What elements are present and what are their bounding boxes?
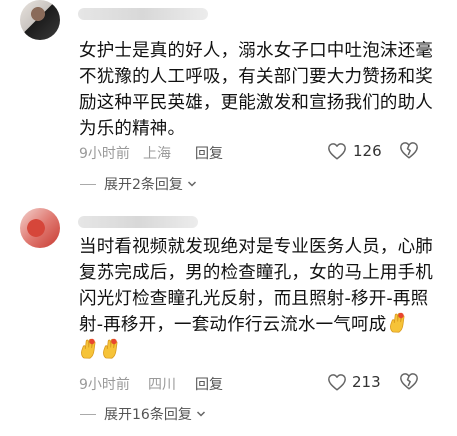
- comment-meta: 9小时前 四川 回复 213: [79, 372, 449, 394]
- reply-button[interactable]: 回复: [195, 374, 223, 394]
- comment-item: 女护士是真的好人，溺水女子口中吐泡沫还毫不犹豫的人工呼吸，有关部门要大力赞扬和奖…: [0, 0, 457, 194]
- expand-divider: [80, 183, 96, 185]
- comment-time: 9小时前: [79, 146, 130, 162]
- comment-text-body: 当时看视频就发现绝对是专业医务人员，心肺复苏完成后，男的检查瞳孔，女的马上用手机…: [79, 237, 433, 335]
- expand-replies-button[interactable]: 展开2条回复: [80, 174, 197, 194]
- dislike-button[interactable]: [399, 372, 419, 392]
- comment-text: 女护士是真的好人，溺水女子口中吐泡沫还毫不犹豫的人工呼吸，有关部门要大力赞扬和奖…: [79, 41, 433, 139]
- ok-hand-emoji-icon: [103, 338, 118, 359]
- ok-hand-emoji-icon: [81, 338, 96, 359]
- emoji-row: [79, 338, 439, 364]
- broken-heart-icon: [400, 142, 418, 159]
- avatar[interactable]: [20, 208, 60, 248]
- like-count: 126: [353, 142, 382, 160]
- broken-heart-icon: [400, 373, 418, 390]
- comment-location: 四川: [148, 377, 176, 393]
- comment-location: 上海: [143, 146, 171, 162]
- expand-replies-label: 展开16条回复: [104, 407, 192, 423]
- heart-outline-icon: [328, 143, 346, 160]
- dislike-button[interactable]: [399, 141, 419, 161]
- comment-meta: 9小时前 上海 回复 126: [79, 141, 449, 163]
- chevron-down-icon: [187, 181, 196, 187]
- avatar[interactable]: [20, 0, 60, 40]
- username-blurred[interactable]: [78, 216, 198, 228]
- comment-item: 当时看视频就发现绝对是专业医务人员，心肺复苏完成后，男的检查瞳孔，女的马上用手机…: [0, 198, 457, 436]
- like-count: 213: [352, 373, 381, 391]
- expand-replies-label: 展开2条回复: [104, 177, 183, 193]
- chevron-down-icon: [196, 411, 205, 417]
- expand-divider: [80, 413, 96, 415]
- expand-replies-button[interactable]: 展开16条回复: [80, 404, 206, 424]
- like-button[interactable]: 213: [327, 372, 381, 392]
- comment-time: 9小时前: [79, 377, 130, 393]
- ok-hand-emoji-icon: [390, 312, 405, 333]
- heart-outline-icon: [328, 374, 346, 391]
- username-blurred[interactable]: [78, 8, 208, 20]
- comment-text: 当时看视频就发现绝对是专业医务人员，心肺复苏完成后，男的检查瞳孔，女的马上用手机…: [79, 234, 439, 338]
- like-button[interactable]: 126: [327, 141, 382, 161]
- reply-button[interactable]: 回复: [195, 143, 223, 163]
